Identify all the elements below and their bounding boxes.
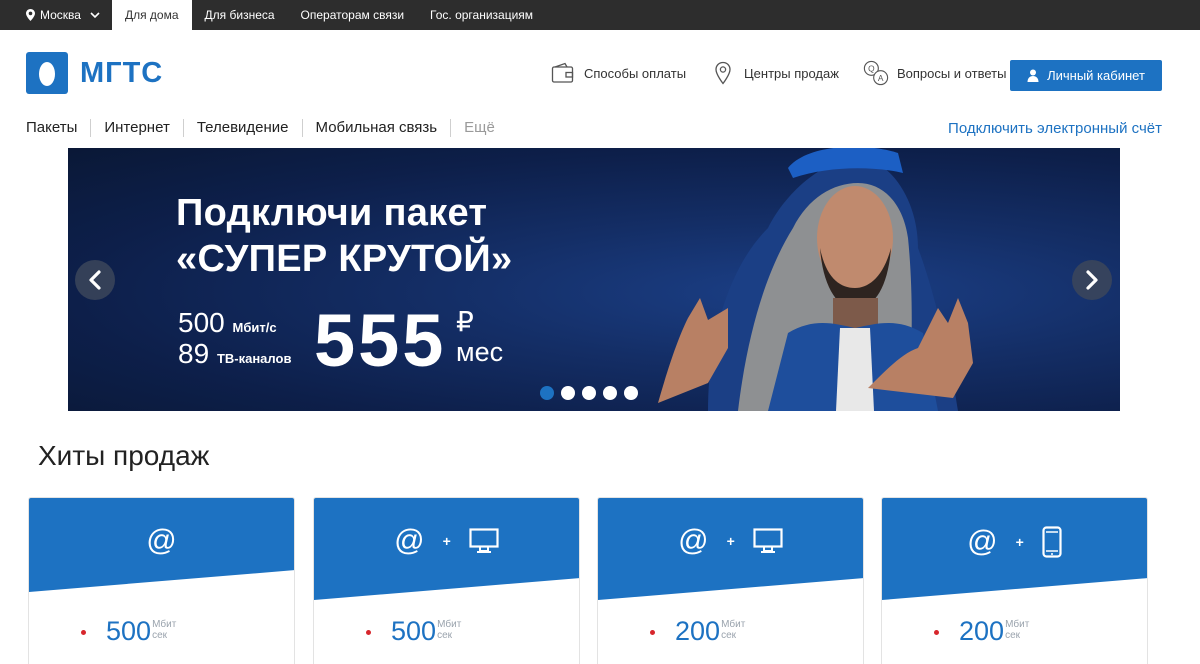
qa-bubbles-icon: QA: [863, 60, 889, 86]
segment-operators[interactable]: Операторам связи: [288, 0, 418, 30]
header-links: Способы оплаты Центры продаж QA Вопросы …: [550, 60, 1006, 86]
banner-channels: 89 ТВ-каналов: [178, 339, 291, 374]
main-nav: Пакеты Интернет Телевидение Мобильная св…: [26, 119, 508, 137]
banner-period: мес: [456, 337, 504, 367]
internet-icon: @: [678, 524, 709, 557]
speed-unit-top: Мбит: [1005, 619, 1030, 630]
monitor-icon: [753, 528, 783, 553]
payment-methods-label: Способы оплаты: [584, 65, 687, 81]
plus-sign: +: [442, 533, 451, 549]
card-services: @ +: [882, 526, 1147, 558]
banner-channels-value: 89: [178, 338, 210, 369]
banner-title-line1: Подключи пакет: [176, 192, 488, 234]
speed-unit-bottom: сек: [721, 630, 736, 641]
tariff-card[interactable]: @ + 500 Мбит сек: [313, 497, 580, 664]
logo-mark: [26, 52, 68, 94]
city-label: Москва: [40, 8, 81, 22]
nav-tv[interactable]: Телевидение: [182, 119, 302, 137]
banner-dot[interactable]: [582, 386, 596, 400]
speed-value: 500: [106, 616, 152, 646]
banner-pagination: [540, 386, 638, 400]
faq-label: Вопросы и ответы: [896, 65, 1007, 81]
banner-price: 555: [314, 299, 447, 382]
bullet: [366, 630, 371, 635]
chevron-down-icon: [90, 11, 100, 18]
nav-internet[interactable]: Интернет: [90, 119, 182, 137]
tariff-card[interactable]: @ + 200 Мбит сек: [597, 497, 864, 664]
card-services: @ +: [314, 526, 579, 556]
card-speed: 500 Мбит сек: [81, 615, 176, 647]
banner-dot[interactable]: [561, 386, 575, 400]
card-services: @ +: [598, 526, 863, 556]
nav-more[interactable]: Ещё: [450, 119, 508, 137]
city-selector[interactable]: Москва: [0, 0, 108, 30]
section-title: Хиты продаж: [38, 440, 210, 471]
banner-next-button[interactable]: [1072, 260, 1112, 300]
chevron-left-icon: [89, 270, 101, 290]
banner-dot[interactable]: [540, 386, 554, 400]
nav-packages[interactable]: Пакеты: [26, 119, 90, 137]
speed-unit: Мбит сек: [1005, 619, 1029, 641]
promo-banner[interactable]: Подключи пакет «СУПЕР КРУТОЙ» 500 Мбит/с…: [68, 148, 1120, 411]
svg-text:A: A: [878, 73, 884, 83]
sales-centers-link[interactable]: Центры продаж: [710, 60, 839, 86]
segment-home[interactable]: Для дома: [111, 0, 192, 30]
internet-icon: @: [967, 525, 998, 558]
smartphone-icon: [1042, 526, 1062, 558]
speed-unit: Мбит сек: [721, 619, 745, 641]
segment-government[interactable]: Гос. организациям: [417, 0, 546, 30]
segment-business[interactable]: Для бизнеса: [192, 0, 288, 30]
banner-title: Подключи пакет «СУПЕР КРУТОЙ»: [176, 190, 512, 282]
plus-sign: +: [726, 533, 735, 549]
logo[interactable]: МГТС: [26, 52, 163, 94]
bullet: [81, 630, 86, 635]
monitor-icon: [469, 528, 499, 553]
speed-value: 500: [391, 616, 437, 646]
e-bill-link[interactable]: Подключить электронный счёт: [948, 120, 1162, 137]
banner-currency: ₽: [456, 306, 474, 337]
speed-value: 200: [959, 616, 1005, 646]
speed-unit-bottom: сек: [152, 630, 167, 641]
speed-unit-top: Мбит: [437, 619, 462, 630]
payment-methods-link[interactable]: Способы оплаты: [550, 60, 686, 86]
banner-dot[interactable]: [624, 386, 638, 400]
bullet: [934, 630, 939, 635]
user-icon: [1027, 69, 1039, 82]
card-speed: 200 Мбит сек: [934, 615, 1029, 647]
speed-value: 200: [675, 616, 721, 646]
speed-unit: Мбит сек: [152, 619, 176, 641]
card-services: @: [29, 526, 294, 556]
bullet: [650, 630, 655, 635]
personal-account-button[interactable]: Личный кабинет: [1010, 60, 1162, 91]
banner-prev-button[interactable]: [75, 260, 115, 300]
internet-icon: @: [146, 524, 177, 557]
speed-unit: Мбит сек: [437, 619, 461, 641]
speed-unit-top: Мбит: [152, 619, 177, 630]
svg-text:Q: Q: [868, 64, 875, 74]
location-pin-icon: [26, 9, 35, 21]
chevron-right-icon: [1086, 270, 1098, 290]
map-pin-icon: [710, 60, 736, 86]
speed-unit-top: Мбит: [721, 619, 746, 630]
internet-icon: @: [394, 524, 425, 557]
logo-text: МГТС: [80, 56, 164, 89]
personal-account-label: Личный кабинет: [1047, 68, 1145, 83]
banner-channels-unit: ТВ-каналов: [216, 351, 292, 366]
banner-speed-value: 500: [178, 307, 225, 338]
speed-unit-bottom: сек: [437, 630, 452, 641]
sales-centers-label: Центры продаж: [744, 65, 839, 81]
card-speed: 200 Мбит сек: [650, 615, 745, 647]
banner-speed-unit: Мбит/с: [232, 320, 277, 335]
card-speed: 500 Мбит сек: [366, 615, 461, 647]
plus-sign: +: [1015, 534, 1024, 550]
tariff-card[interactable]: @ 500 Мбит сек: [28, 497, 295, 664]
wallet-icon: [550, 60, 576, 86]
banner-dot[interactable]: [603, 386, 617, 400]
top-bar: Москва Для дома Для бизнеса Операторам с…: [0, 0, 1200, 30]
speed-unit-bottom: сек: [1005, 630, 1020, 641]
nav-mobile[interactable]: Мобильная связь: [301, 119, 451, 137]
faq-link[interactable]: QA Вопросы и ответы: [863, 60, 1006, 86]
banner-title-line2: «СУПЕР КРУТОЙ»: [176, 238, 513, 280]
tariff-card[interactable]: @ + 200 Мбит сек: [881, 497, 1148, 664]
